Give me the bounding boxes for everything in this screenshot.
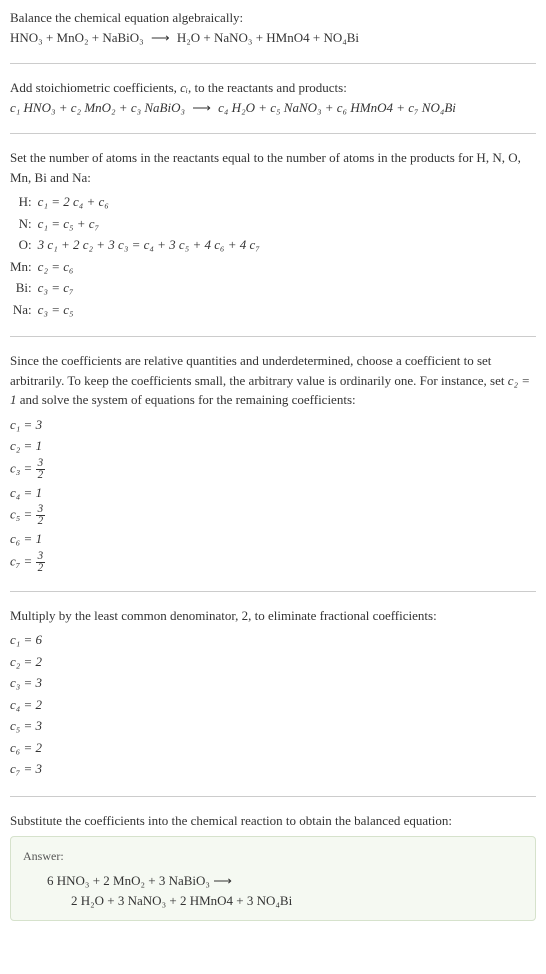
section6-intro: Substitute the coefficients into the che… xyxy=(10,811,536,831)
coeff-row: c₄ = 2 xyxy=(10,694,536,716)
section2-title: Add stoichiometric coefficients, cᵢ, to … xyxy=(10,78,536,98)
eq1-lhs: HNO₃ + MnO₂ + NaBiO₃ xyxy=(10,30,144,45)
table-row: Na:c₃ = c₅ xyxy=(10,299,266,321)
section-substitute: Substitute the coefficients into the che… xyxy=(10,811,536,922)
coeff-row: c₇ = 3 xyxy=(10,758,536,780)
coeff-row: c₁ = 6 xyxy=(10,629,536,651)
row-label: N: xyxy=(10,213,38,235)
coeff-lhs: c₅ = xyxy=(10,507,32,522)
arrow-icon: ⟶ xyxy=(151,28,170,48)
table-row: H:c₁ = 2 c₄ + c₆ xyxy=(10,191,266,213)
frac-num: 3 xyxy=(36,551,46,563)
section2-ci: cᵢ xyxy=(180,80,188,95)
eq2-lhs: c₁ HNO₃ + c₂ MnO₂ + c₃ NaBiO₃ xyxy=(10,100,185,115)
frac-den: 2 xyxy=(36,470,46,481)
section4-intro: Since the coefficients are relative quan… xyxy=(10,351,536,410)
section-add-coeffs: Add stoichiometric coefficients, cᵢ, to … xyxy=(10,78,536,134)
section2-title-part2: , to the reactants and products: xyxy=(188,80,347,95)
table-row: N:c₁ = c₅ + c₇ xyxy=(10,213,266,235)
answer-equation-line1: 6 HNO₃ + 2 MnO₂ + 3 NaBiO₃ ⟶ xyxy=(23,871,523,891)
eq1-rhs: H₂O + NaNO₃ + HMnO4 + NO₄Bi xyxy=(177,30,359,45)
coeff-row: c₂ = 2 xyxy=(10,651,536,673)
section4-intro-part2: and solve the system of equations for th… xyxy=(17,392,356,407)
coeff-row: c₆ = 2 xyxy=(10,737,536,759)
row-label: O: xyxy=(10,234,38,256)
section5-intro: Multiply by the least common denominator… xyxy=(10,606,536,626)
fraction: 32 xyxy=(36,458,46,481)
fraction: 32 xyxy=(36,551,46,574)
coeff-val: 3 xyxy=(36,417,43,432)
table-row: Bi:c₃ = c₇ xyxy=(10,277,266,299)
coeff-row: c₇ = 32 xyxy=(10,550,536,575)
coeff-row: c₃ = 32 xyxy=(10,457,536,482)
section-balance-intro: Balance the chemical equation algebraica… xyxy=(10,8,536,64)
row-label: H: xyxy=(10,191,38,213)
section1-equation: HNO₃ + MnO₂ + NaBiO₃ ⟶ H₂O + NaNO₃ + HMn… xyxy=(10,28,536,48)
coeff-row: c₃ = 3 xyxy=(10,672,536,694)
row-label: Bi: xyxy=(10,277,38,299)
coeff-row: c₅ = 32 xyxy=(10,503,536,528)
table-row: Mn:c₂ = c₆ xyxy=(10,256,266,278)
coeff-row: c₅ = 3 xyxy=(10,715,536,737)
coeff-list-integer: c₁ = 6 c₂ = 2 c₃ = 3 c₄ = 2 c₅ = 3 c₆ = … xyxy=(10,629,536,780)
section-atom-equations: Set the number of atoms in the reactants… xyxy=(10,148,536,337)
section1-title: Balance the chemical equation algebraica… xyxy=(10,8,536,28)
row-eq: c₁ = c₅ + c₇ xyxy=(38,213,266,235)
section2-equation: c₁ HNO₃ + c₂ MnO₂ + c₃ NaBiO₃ ⟶ c₄ H₂O +… xyxy=(10,98,536,118)
coeff-val: 1 xyxy=(36,438,43,453)
coeff-list-fractional: c₁ = 3 c₂ = 1 c₃ = 32 c₄ = 1 c₅ = 32 c₆ … xyxy=(10,414,536,575)
section-solve-coeffs: Since the coefficients are relative quan… xyxy=(10,351,536,592)
coeff-val: 1 xyxy=(36,531,43,546)
fraction: 32 xyxy=(36,504,46,527)
coeff-lhs: c₂ = xyxy=(10,438,32,453)
answer-box: Answer: 6 HNO₃ + 2 MnO₂ + 3 NaBiO₃ ⟶ 2 H… xyxy=(10,836,536,921)
row-eq: c₃ = c₅ xyxy=(38,299,266,321)
frac-num: 3 xyxy=(36,458,46,470)
row-eq: c₂ = c₆ xyxy=(38,256,266,278)
coeff-row: c₆ = 1 xyxy=(10,528,536,550)
frac-den: 2 xyxy=(36,516,46,527)
coeff-lhs: c₃ = xyxy=(10,460,32,475)
eq2-rhs: c₄ H₂O + c₅ NaNO₃ + c₆ HMnO4 + c₇ NO₄Bi xyxy=(218,100,456,115)
section4-intro-part1: Since the coefficients are relative quan… xyxy=(10,353,508,388)
coeff-lhs: c₄ = xyxy=(10,485,32,500)
coeff-lhs: c₇ = xyxy=(10,553,32,568)
coeff-val: 1 xyxy=(36,485,43,500)
row-label: Na: xyxy=(10,299,38,321)
table-row: O:3 c₁ + 2 c₂ + 3 c₃ = c₄ + 3 c₅ + 4 c₆ … xyxy=(10,234,266,256)
answer-equation-line2: 2 H₂O + 3 NaNO₃ + 2 HMnO4 + 3 NO₄Bi xyxy=(23,891,523,911)
section-lcd: Multiply by the least common denominator… xyxy=(10,606,536,797)
coeff-row: c₄ = 1 xyxy=(10,482,536,504)
coeff-row: c₁ = 3 xyxy=(10,414,536,436)
frac-den: 2 xyxy=(36,563,46,574)
row-label: Mn: xyxy=(10,256,38,278)
atom-equation-table: H:c₁ = 2 c₄ + c₆ N:c₁ = c₅ + c₇ O:3 c₁ +… xyxy=(10,191,266,320)
row-eq: c₁ = 2 c₄ + c₆ xyxy=(38,191,266,213)
arrow-icon: ⟶ xyxy=(192,98,211,118)
coeff-row: c₂ = 1 xyxy=(10,435,536,457)
answer-label: Answer: xyxy=(23,847,523,865)
section2-title-part1: Add stoichiometric coefficients, xyxy=(10,80,180,95)
row-eq: 3 c₁ + 2 c₂ + 3 c₃ = c₄ + 3 c₅ + 4 c₆ + … xyxy=(38,234,266,256)
row-eq: c₃ = c₇ xyxy=(38,277,266,299)
coeff-lhs: c₆ = xyxy=(10,531,32,546)
section3-intro: Set the number of atoms in the reactants… xyxy=(10,148,536,187)
coeff-lhs: c₁ = xyxy=(10,417,32,432)
